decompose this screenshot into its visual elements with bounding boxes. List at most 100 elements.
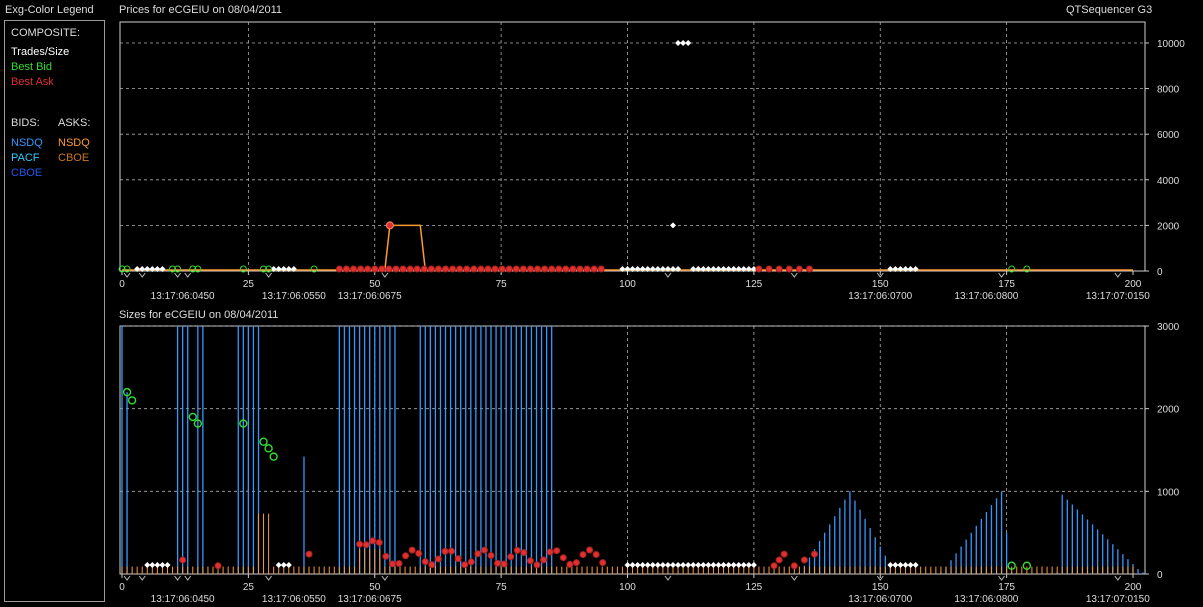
size-xtick-label: 100 bbox=[619, 582, 636, 593]
price-axis-marker bbox=[184, 272, 192, 278]
price-ask-marker bbox=[477, 265, 485, 273]
size-best-ask-point bbox=[533, 561, 541, 569]
size-best-ask-point bbox=[487, 551, 495, 559]
price-ask-marker bbox=[406, 265, 414, 273]
price-ask-marker bbox=[456, 265, 464, 273]
price-ask-marker bbox=[449, 265, 457, 273]
size-best-ask-point bbox=[305, 550, 313, 558]
size-best-ask-point bbox=[454, 555, 462, 563]
price-xtick-label: 25 bbox=[243, 279, 255, 290]
size-best-ask-point bbox=[362, 541, 370, 549]
price-plot-frame bbox=[119, 21, 1146, 272]
price-ask-marker bbox=[342, 265, 350, 273]
size-best-ask-point bbox=[402, 552, 410, 560]
price-ask-marker bbox=[385, 265, 393, 273]
size-best-ask-point bbox=[520, 549, 528, 557]
price-xtick-label: 75 bbox=[496, 279, 508, 290]
price-ask-marker bbox=[442, 265, 450, 273]
price-ytick-label: 2000 bbox=[1157, 221, 1180, 232]
size-axis-marker bbox=[123, 575, 131, 581]
price-xtick-label: 50 bbox=[369, 279, 381, 290]
price-axis-marker bbox=[138, 272, 146, 278]
price-xtick-label: 200 bbox=[1125, 279, 1142, 290]
price-ask-marker bbox=[399, 265, 407, 273]
price-ask-marker bbox=[498, 265, 506, 273]
size-best-ask-point bbox=[214, 562, 222, 570]
price-ask-marker bbox=[765, 265, 773, 273]
size-best-ask-point bbox=[586, 546, 594, 554]
size-xtick-label: 175 bbox=[998, 582, 1015, 593]
price-xtick-label: 125 bbox=[746, 279, 763, 290]
price-xtick-label: 175 bbox=[998, 279, 1015, 290]
size-best-ask-point bbox=[507, 553, 515, 561]
price-ask-marker bbox=[357, 265, 365, 273]
size-axis-marker bbox=[1114, 575, 1122, 581]
size-best-ask-point bbox=[553, 547, 561, 555]
size-best-ask-point bbox=[434, 555, 442, 563]
price-ask-marker bbox=[392, 265, 400, 273]
price-time-label: 13:17:06:0550 bbox=[262, 291, 326, 302]
size-axis-marker bbox=[174, 575, 182, 581]
price-ask-marker bbox=[491, 265, 499, 273]
size-xtick-label: 150 bbox=[872, 582, 889, 593]
price-ask-marker bbox=[576, 265, 584, 273]
size-ytick-label: 1000 bbox=[1157, 487, 1180, 498]
price-ask-marker bbox=[562, 265, 570, 273]
price-axis-marker bbox=[123, 272, 131, 278]
size-best-ask-point bbox=[369, 537, 377, 545]
price-ytick-label: 10000 bbox=[1157, 39, 1185, 50]
size-best-ask-point bbox=[513, 546, 521, 554]
size-axis-marker bbox=[184, 575, 192, 581]
price-axis-marker bbox=[664, 272, 672, 278]
size-axis-marker bbox=[664, 575, 672, 581]
size-best-ask-point bbox=[388, 560, 396, 568]
size-best-ask-point bbox=[546, 548, 554, 556]
price-time-label: 13:17:06:0700 bbox=[848, 291, 912, 302]
price-ask-marker bbox=[413, 265, 421, 273]
price-ytick-label: 8000 bbox=[1157, 85, 1180, 96]
price-ask-marker bbox=[785, 265, 793, 273]
size-time-label: 13:17:06:0800 bbox=[954, 594, 1018, 605]
price-axis-marker bbox=[174, 272, 182, 278]
price-xtick-label: 150 bbox=[872, 279, 889, 290]
size-ytick-label: 0 bbox=[1157, 570, 1163, 581]
price-axis-marker bbox=[998, 272, 1005, 278]
size-axis-marker bbox=[138, 575, 146, 581]
size-best-ask-point bbox=[179, 556, 187, 564]
price-ask-marker bbox=[470, 265, 478, 273]
size-best-ask-point bbox=[421, 558, 429, 566]
size-best-ask-point bbox=[599, 559, 607, 567]
size-time-label: 13:17:06:0550 bbox=[262, 594, 326, 605]
price-ask-marker bbox=[583, 265, 591, 273]
price-xtick-label: 100 bbox=[619, 279, 636, 290]
price-ask-marker bbox=[463, 265, 471, 273]
size-best-ask-point bbox=[395, 559, 403, 567]
price-ask-marker bbox=[350, 265, 358, 273]
price-ask-marker bbox=[795, 265, 803, 273]
price-ask-marker bbox=[505, 265, 513, 273]
size-best-ask-point bbox=[572, 559, 580, 567]
price-ytick-label: 0 bbox=[1157, 267, 1163, 278]
size-axis-marker bbox=[790, 575, 798, 581]
price-ask-marker bbox=[775, 265, 783, 273]
size-best-ask-point bbox=[428, 561, 436, 569]
size-time-label: 13:17:07:0150 bbox=[1086, 594, 1150, 605]
size-best-ask-point bbox=[770, 562, 778, 570]
price-axis-marker bbox=[265, 272, 272, 278]
price-time-label: 13:17:06:0800 bbox=[954, 291, 1018, 302]
size-best-ask-point bbox=[811, 550, 819, 558]
size-axis-marker bbox=[381, 575, 389, 581]
price-ask-marker bbox=[512, 265, 520, 273]
size-best-ask-point bbox=[375, 539, 383, 547]
size-best-ask-point bbox=[566, 560, 574, 568]
price-time-label: 13:17:07:0150 bbox=[1086, 291, 1150, 302]
size-best-ask-point bbox=[494, 559, 502, 567]
size-best-ask-point bbox=[775, 556, 783, 564]
price-ask-marker bbox=[805, 265, 813, 273]
size-time-label: 13:17:06:0675 bbox=[338, 594, 402, 605]
size-best-ask-point bbox=[592, 551, 600, 559]
size-best-ask-point bbox=[382, 552, 390, 560]
size-best-ask-point bbox=[356, 540, 364, 548]
price-ask-marker bbox=[569, 265, 577, 273]
size-xtick-label: 125 bbox=[746, 582, 763, 593]
